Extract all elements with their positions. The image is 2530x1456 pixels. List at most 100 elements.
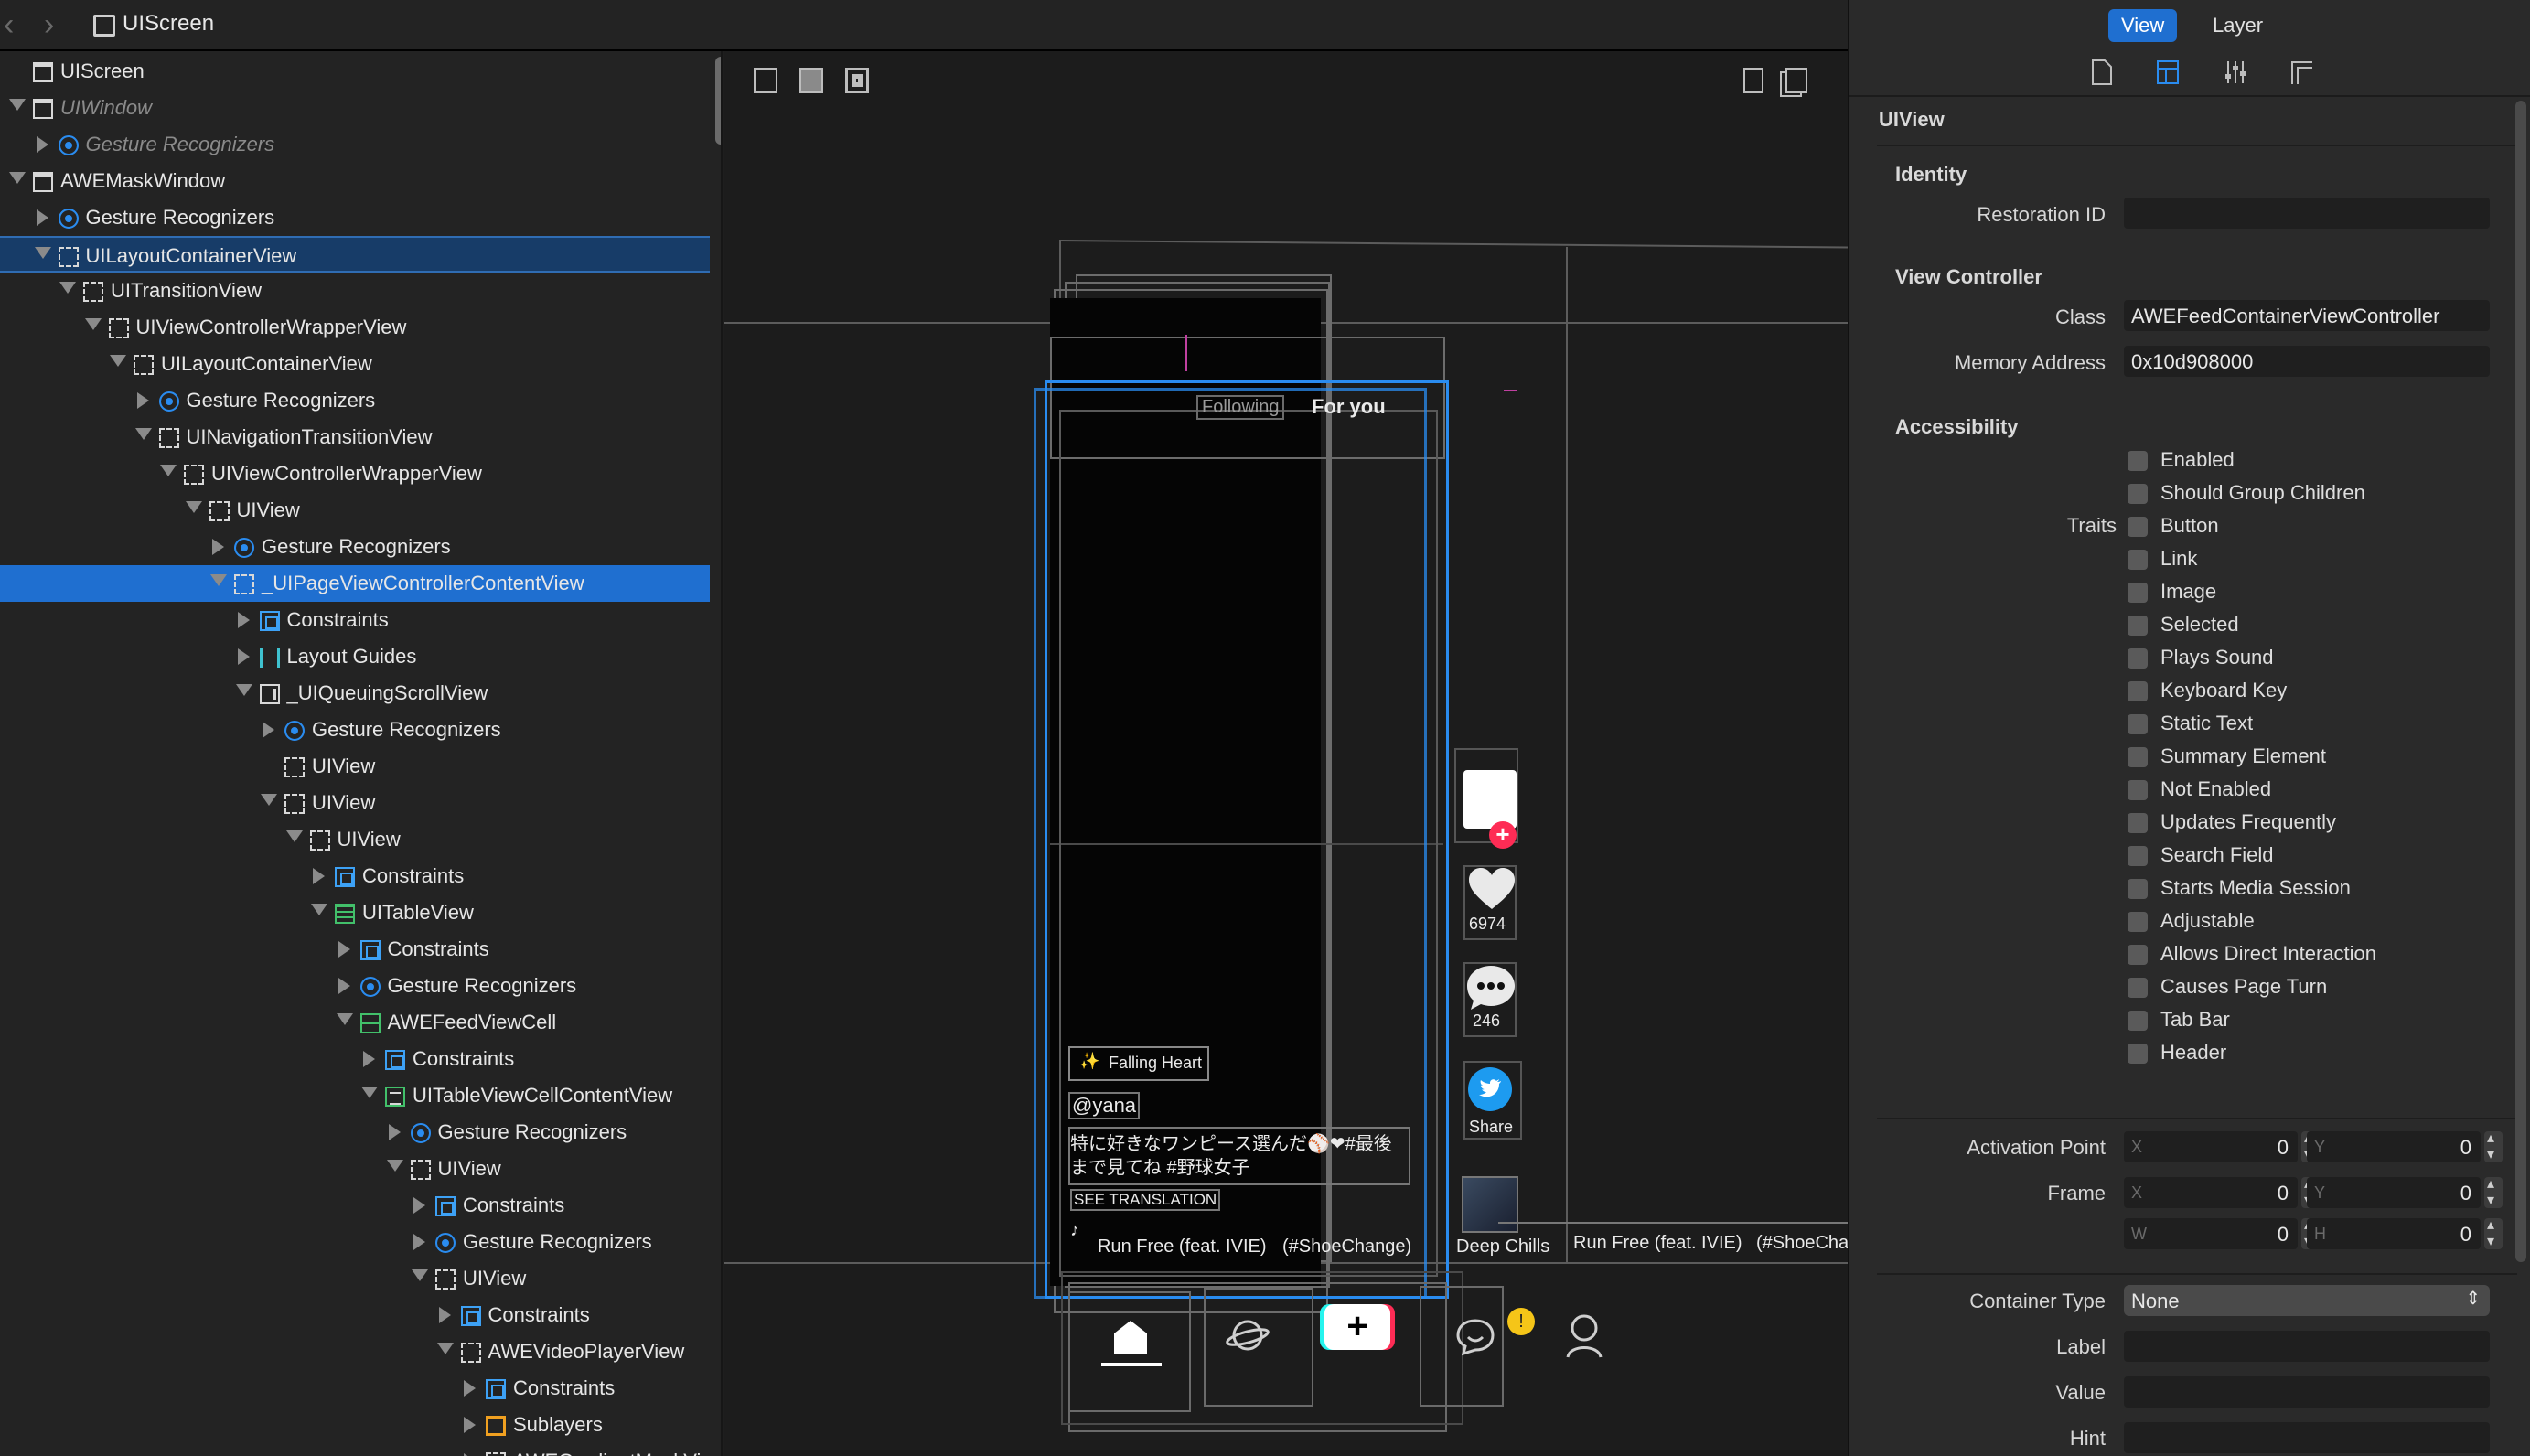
activation-y-stepper[interactable] bbox=[2484, 1129, 2503, 1163]
clip-contents-icon[interactable] bbox=[754, 68, 777, 93]
show-wireframes-icon[interactable] bbox=[799, 68, 823, 93]
tree-row[interactable]: UIView bbox=[0, 492, 710, 529]
memory-address-field[interactable]: 0x10d908000 bbox=[2124, 346, 2490, 377]
disclosure-open-icon[interactable] bbox=[361, 1087, 378, 1098]
home-icon[interactable] bbox=[1112, 1319, 1149, 1355]
breadcrumb-label[interactable]: UIScreen bbox=[123, 11, 214, 37]
disclosure-open-icon[interactable] bbox=[185, 501, 202, 513]
forward-arrow-icon[interactable]: › bbox=[44, 7, 54, 43]
show-contents-icon[interactable] bbox=[845, 68, 869, 93]
tree-row[interactable]: Gesture Recognizers bbox=[0, 382, 710, 419]
checkbox-box[interactable] bbox=[2128, 747, 2148, 767]
disclosure-closed-icon[interactable] bbox=[237, 612, 250, 628]
tree-row[interactable]: Constraints bbox=[0, 1370, 710, 1407]
activation-x-field[interactable]: X0 bbox=[2124, 1131, 2298, 1162]
checkbox-box[interactable] bbox=[2128, 484, 2148, 504]
disclosure-open-icon[interactable] bbox=[412, 1269, 428, 1281]
checkbox-box[interactable] bbox=[2128, 945, 2148, 965]
disclosure-closed-icon[interactable] bbox=[438, 1307, 451, 1323]
value-field[interactable] bbox=[2124, 1376, 2490, 1408]
hint-field[interactable] bbox=[2124, 1422, 2490, 1453]
tree-row[interactable]: AWEMaskWindow bbox=[0, 163, 710, 199]
disclosure-closed-icon[interactable] bbox=[237, 648, 250, 665]
disclosure-open-icon[interactable] bbox=[386, 1160, 403, 1172]
discover-icon[interactable] bbox=[1226, 1313, 1270, 1357]
tree-row[interactable]: Layout Guides bbox=[0, 638, 710, 675]
object-inspector-icon[interactable] bbox=[2155, 59, 2181, 86]
tree-row[interactable]: UIScreen bbox=[0, 53, 710, 90]
twitter-share-icon[interactable] bbox=[1467, 1066, 1513, 1112]
disclosure-closed-icon[interactable] bbox=[413, 1197, 425, 1214]
checkbox-box[interactable] bbox=[2128, 714, 2148, 734]
see-translation-button[interactable]: SEE TRANSLATION bbox=[1070, 1189, 1221, 1211]
disclosure-open-icon[interactable] bbox=[261, 794, 277, 806]
tree-row[interactable]: Gesture Recognizers bbox=[0, 1224, 710, 1260]
tree-row[interactable]: _UIQueuingScrollView bbox=[0, 675, 710, 712]
tree-row[interactable]: Gesture Recognizers bbox=[0, 126, 710, 163]
disclosure-open-icon[interactable] bbox=[34, 247, 51, 259]
username[interactable]: @yana bbox=[1068, 1092, 1141, 1119]
checkbox-box[interactable] bbox=[2128, 451, 2148, 471]
music-disc-thumbnail[interactable] bbox=[1462, 1176, 1518, 1233]
create-button[interactable]: + bbox=[1324, 1304, 1390, 1350]
tree-row[interactable]: Constraints bbox=[0, 858, 710, 894]
tree-row[interactable]: UINavigationTransitionView bbox=[0, 419, 710, 455]
disclosure-closed-icon[interactable] bbox=[338, 978, 350, 994]
checkbox-box[interactable] bbox=[2128, 912, 2148, 932]
tree-row[interactable]: UILayoutContainerView bbox=[0, 346, 710, 382]
portrait-orient-icon[interactable] bbox=[1743, 68, 1763, 93]
disclosure-open-icon[interactable] bbox=[336, 1013, 353, 1025]
checkbox-box[interactable] bbox=[2128, 681, 2148, 701]
tree-row[interactable]: UIView bbox=[0, 821, 710, 858]
tree-row[interactable]: UITableView bbox=[0, 894, 710, 931]
disclosure-open-icon[interactable] bbox=[311, 904, 327, 915]
tree-row[interactable]: Gesture Recognizers bbox=[0, 199, 710, 236]
file-inspector-icon[interactable] bbox=[2089, 59, 2115, 86]
tree-row[interactable]: Gesture Recognizers bbox=[0, 1114, 710, 1151]
checkbox-box[interactable] bbox=[2128, 780, 2148, 800]
disclosure-open-icon[interactable] bbox=[285, 830, 303, 842]
tree-row[interactable]: UITransitionView bbox=[0, 273, 710, 309]
tree-row[interactable]: AWEFeedViewCell bbox=[0, 1004, 710, 1041]
disclosure-open-icon[interactable] bbox=[235, 684, 252, 696]
disclosure-open-icon[interactable] bbox=[210, 574, 227, 586]
class-field[interactable]: AWEFeedContainerViewController bbox=[2124, 300, 2490, 331]
disclosure-closed-icon[interactable] bbox=[338, 941, 350, 958]
disclosure-closed-icon[interactable] bbox=[36, 209, 48, 226]
frame-y-field[interactable]: Y0 bbox=[2307, 1177, 2481, 1208]
tree-row[interactable]: Constraints bbox=[0, 931, 710, 968]
checkbox-box[interactable] bbox=[2128, 517, 2148, 537]
tree-row[interactable]: AWEVideoPlayerView bbox=[0, 1333, 710, 1370]
tree-row[interactable]: UIWindow bbox=[0, 90, 710, 126]
label-field[interactable] bbox=[2124, 1331, 2490, 1362]
disclosure-closed-icon[interactable] bbox=[413, 1234, 425, 1250]
disclosure-closed-icon[interactable] bbox=[363, 1051, 375, 1067]
follow-plus-icon[interactable]: + bbox=[1489, 821, 1517, 849]
tree-row[interactable]: Constraints bbox=[0, 1297, 710, 1333]
disclosure-open-icon[interactable] bbox=[9, 172, 26, 184]
tree-row[interactable]: Gesture Recognizers bbox=[0, 529, 710, 565]
tree-row[interactable]: Constraints bbox=[0, 602, 710, 638]
tree-row[interactable]: UIViewControllerWrapperView bbox=[0, 309, 710, 346]
disclosure-closed-icon[interactable] bbox=[464, 1380, 476, 1397]
profile-icon[interactable] bbox=[1564, 1311, 1604, 1359]
disclosure-open-icon[interactable] bbox=[9, 99, 26, 111]
tree-row[interactable]: Constraints bbox=[0, 1187, 710, 1224]
disclosure-closed-icon[interactable] bbox=[313, 868, 325, 884]
tab-following[interactable]: Following bbox=[1196, 395, 1285, 420]
disclosure-open-icon[interactable] bbox=[134, 428, 152, 440]
activation-y-field[interactable]: Y0 bbox=[2307, 1131, 2481, 1162]
layer-segment[interactable]: Layer bbox=[2200, 9, 2276, 42]
disclosure-open-icon[interactable] bbox=[436, 1343, 454, 1354]
disclosure-closed-icon[interactable] bbox=[263, 722, 274, 738]
disclosure-open-icon[interactable] bbox=[84, 318, 102, 330]
tree-row[interactable]: _UIPageViewControllerContentView bbox=[0, 565, 710, 602]
tree-row[interactable]: UITableViewCellContentView bbox=[0, 1077, 710, 1114]
checkbox-box[interactable] bbox=[2128, 648, 2148, 669]
tree-row[interactable]: Constraints bbox=[0, 1041, 710, 1077]
attributes-inspector-icon[interactable] bbox=[2223, 59, 2248, 86]
tree-row[interactable]: UIView bbox=[0, 748, 710, 785]
frame-y-stepper[interactable] bbox=[2484, 1174, 2503, 1209]
heart-icon[interactable] bbox=[1467, 867, 1517, 913]
tree-row[interactable]: AWEGradientMaskView bbox=[0, 1443, 721, 1456]
